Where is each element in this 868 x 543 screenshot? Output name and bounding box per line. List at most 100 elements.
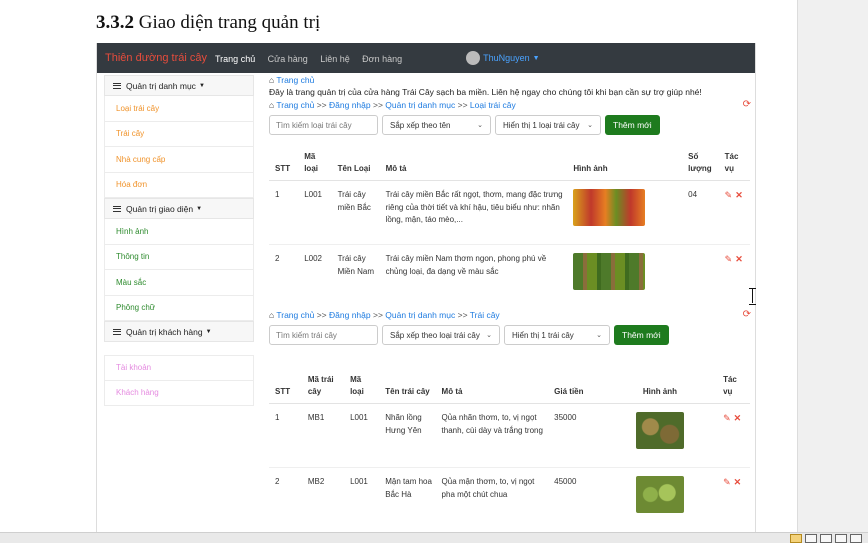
column-header: Mã loại (344, 371, 380, 405)
sort-select[interactable]: Sắp xếp theo tên ⌄ (382, 115, 491, 135)
sidebar-item-fonts[interactable]: Phông chữ (104, 295, 254, 321)
sidebar-group-title: Quản trị giao diện (126, 203, 194, 214)
crumb-link[interactable]: Loại trái cây (470, 100, 516, 110)
window-gutter (797, 0, 868, 543)
fruit-toolbar: Tìm kiếm trái cây Sắp xếp theo loại trái… (269, 325, 669, 345)
add-button[interactable]: Thêm mới (605, 115, 660, 135)
main-content: ⌂ Trang chủ Đây là trang quản trị của cử… (269, 73, 755, 532)
crumb-link[interactable]: Đăng nhập (329, 100, 371, 110)
cell-description: Qủa nhãn thơm, to, vị ngọt thanh, cùi dà… (435, 403, 549, 468)
column-header: Hình ảnh (567, 148, 683, 182)
table-row: 2 MB2 L001 Mận tam hoa Bắc Hà Qủa mận th… (269, 467, 750, 518)
edit-icon[interactable]: ✎ (723, 477, 731, 487)
sort-select[interactable]: Sắp xếp theo loại trái cây ⌄ (382, 325, 500, 345)
breadcrumb: ⌂ Trang chủ >> Đăng nhập >> Quản trị dan… (269, 310, 500, 320)
fruit-image (635, 476, 684, 514)
cell-code: MB2 (301, 467, 345, 518)
crumb-link[interactable]: Quản trị danh mục (385, 100, 455, 110)
table-row: 2 L002 Trái cây Miền Nam Trái cây miền N… (269, 244, 750, 295)
document-heading: 3.3.2 Giao diện trang quản trị (96, 12, 320, 34)
page-size-select[interactable]: Hiển thị 1 loại trái cây ⌄ (495, 115, 601, 135)
sort-select-value: Sắp xếp theo loại trái cây (390, 330, 480, 340)
column-header: Tác vụ (717, 371, 750, 405)
outline-view-icon[interactable] (835, 534, 847, 543)
caret-down-icon: ▼ (532, 54, 540, 62)
nav-contact[interactable]: Liên hệ (320, 54, 350, 64)
nav-home[interactable]: Trang chủ (215, 54, 255, 64)
cell-description: Trái cây miền Bắc rất ngọt, thơm, mang đ… (379, 180, 568, 245)
chevron-down-icon: ⌄ (486, 332, 492, 339)
sort-select-value: Sắp xếp theo tên (390, 120, 451, 130)
edit-icon[interactable]: ✎ (725, 254, 733, 264)
cell-name: Trái cây Miền Nam (331, 244, 380, 295)
sidebar-group-customers[interactable]: Quản trị khách hàng ▼ (104, 321, 254, 342)
menu-bars-icon (113, 82, 121, 89)
column-header: Mã trái cây (301, 371, 345, 405)
home-crumb[interactable]: ⌂ Trang chủ (269, 75, 314, 85)
cell-code: MB1 (301, 403, 345, 468)
sidebar-item-accounts[interactable]: Tài khoản (104, 355, 254, 381)
cell-type-code: L001 (344, 403, 380, 468)
avatar (466, 51, 481, 65)
sidebar-group-catalog[interactable]: Quản trị danh mục ▼ (104, 75, 254, 96)
edit-icon[interactable]: ✎ (725, 190, 733, 200)
sidebar-group-title: Quản trị danh mục (126, 80, 196, 91)
nav-shop[interactable]: Cửa hàng (268, 54, 308, 64)
delete-icon[interactable]: ✕ (734, 477, 742, 487)
cell-name: Nhãn lồng Hưng Yên (379, 403, 436, 468)
crumb-link[interactable]: Trang chủ (276, 310, 314, 320)
cell-code: L002 (298, 244, 332, 295)
chevron-down-icon: ⌄ (477, 122, 483, 129)
edit-icon[interactable]: ✎ (723, 413, 731, 423)
nav-orders[interactable]: Đơn hàng (362, 54, 402, 64)
home-icon: ⌂ (269, 310, 275, 320)
refresh-icon[interactable]: ⟳ (743, 99, 751, 110)
column-header: Số lượng (682, 148, 719, 182)
text-cursor-icon (748, 288, 757, 305)
crumb-link[interactable]: Đăng nhập (329, 310, 371, 320)
menu-bars-icon (113, 328, 121, 335)
chevron-down-icon: ⌄ (587, 122, 593, 129)
status-bar (0, 532, 868, 543)
sidebar-item-customers[interactable]: Khách hàng (104, 380, 254, 406)
search-input[interactable]: Tìm kiếm loại trái cây (269, 115, 378, 135)
sidebar-item-fruits[interactable]: Trái cây (104, 121, 254, 147)
fruit-image (573, 253, 646, 291)
print-layout-view-icon[interactable] (790, 534, 802, 543)
page-size-select[interactable]: Hiển thị 1 trái cây ⌄ (504, 325, 610, 345)
user-menu[interactable]: ThuNguyen ▼ (466, 51, 540, 65)
home-icon: ⌂ (269, 75, 275, 85)
read-mode-view-icon[interactable] (805, 534, 817, 543)
delete-icon[interactable]: ✕ (734, 413, 742, 423)
crumb-link[interactable]: Trang chủ (276, 100, 314, 110)
sidebar-group-interface[interactable]: Quản trị giao diện ▼ (104, 198, 254, 219)
search-input[interactable]: Tìm kiếm trái cây (269, 325, 378, 345)
sidebar-group-title: Quản trị khách hàng (126, 326, 203, 337)
admin-screenshot: Thiên đường trái cây Trang chủ Cửa hàng … (96, 43, 756, 532)
menu-bars-icon (113, 205, 121, 212)
cell-type-code: L001 (344, 467, 380, 518)
sidebar-item-images[interactable]: Hình ảnh (104, 219, 254, 245)
draft-view-icon[interactable] (850, 534, 862, 543)
web-layout-view-icon[interactable] (820, 534, 832, 543)
cell-quantity (682, 244, 719, 295)
delete-icon[interactable]: ✕ (735, 254, 743, 264)
crumb-link[interactable]: Quản trị danh mục (385, 310, 455, 320)
add-button[interactable]: Thêm mới (614, 325, 669, 345)
sidebar-item-suppliers[interactable]: Nhà cung cấp (104, 147, 254, 173)
fruit-type-table: STT Mã loại Tên Loại Mô tả Hình ảnh Số l… (269, 148, 750, 295)
cell-description: Qủa mận thơm, to, vị ngọt pha một chút c… (435, 467, 549, 518)
delete-icon[interactable]: ✕ (735, 190, 743, 200)
refresh-icon[interactable]: ⟳ (743, 309, 751, 320)
column-header: Tác vụ (718, 148, 750, 182)
home-icon: ⌂ (269, 100, 275, 110)
fruit-image (573, 189, 646, 227)
crumb-link[interactable]: Trái cây (470, 310, 500, 320)
sidebar-item-info[interactable]: Thông tin (104, 244, 254, 270)
brand-logo[interactable]: Thiên đường trái cây (105, 52, 207, 64)
sidebar-item-colors[interactable]: Màu sắc (104, 270, 254, 296)
sidebar-item-invoices[interactable]: Hóa đơn (104, 172, 254, 198)
cell-name: Mận tam hoa Bắc Hà (379, 467, 436, 518)
sidebar-item-fruit-types[interactable]: Loại trái cây (104, 96, 254, 122)
user-name: ThuNguyen (483, 53, 530, 63)
